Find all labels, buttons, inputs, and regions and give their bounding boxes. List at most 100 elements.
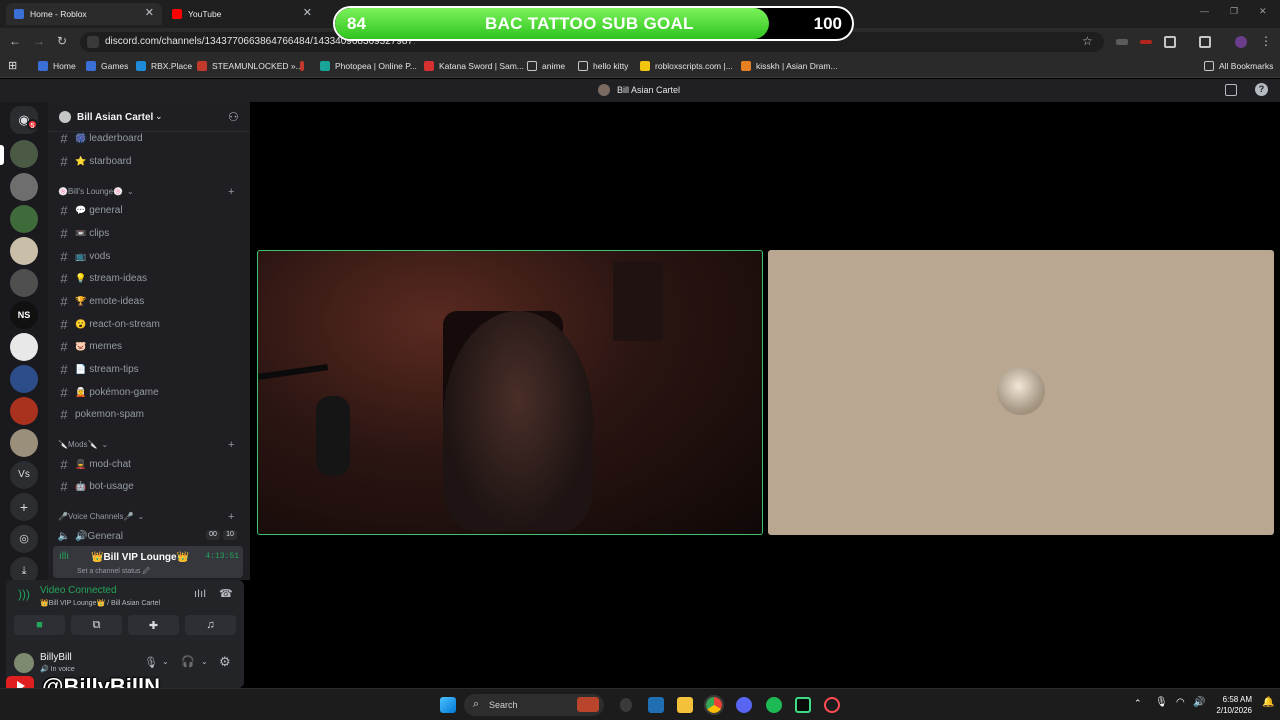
tab-search-icon[interactable] <box>1199 36 1211 48</box>
tab-roblox[interactable]: Home - Roblox ✕ <box>6 3 162 25</box>
add-server-icon[interactable]: + <box>10 493 38 521</box>
notifications-bell-icon[interactable]: 🔔 <box>1262 697 1274 708</box>
microphone-icon[interactable]: 🎙 <box>1155 697 1168 708</box>
help-icon[interactable]: ? <box>1255 83 1268 96</box>
headphones-icon[interactable]: 🎧 <box>181 655 195 668</box>
close-window-icon[interactable]: ✕ <box>1259 6 1267 17</box>
server-icon[interactable] <box>10 269 38 297</box>
server-icon[interactable] <box>10 237 38 265</box>
screen-share-button[interactable]: ⧉ <box>71 615 122 635</box>
close-tab-icon[interactable]: ✕ <box>145 6 154 19</box>
server-icon[interactable] <box>10 140 38 168</box>
back-icon[interactable]: ← <box>9 34 21 48</box>
server-icon[interactable] <box>10 397 38 425</box>
spotify-icon[interactable] <box>766 697 782 713</box>
bookmark-robloxscripts[interactable]: robloxscripts.com |... <box>640 61 733 71</box>
bookmark-steamunlocked[interactable]: STEAMUNLOCKED »... <box>197 61 303 71</box>
camera-button[interactable]: ■ <box>14 615 65 635</box>
file-explorer-icon[interactable] <box>677 697 693 713</box>
menu-icon[interactable]: ⋮ <box>1260 34 1272 48</box>
extension-icon[interactable] <box>1140 40 1152 44</box>
user-avatar[interactable] <box>14 653 34 673</box>
all-bookmarks[interactable]: All Bookmarks <box>1204 61 1273 71</box>
add-channel-icon[interactable]: + <box>228 439 234 451</box>
system-clock[interactable]: 6:58 AM 2/10/2026 <box>1210 694 1252 716</box>
puzzle-icon[interactable] <box>1164 36 1176 48</box>
bookmark-photopea[interactable]: Photopea | Online P... <box>320 61 417 71</box>
apps-grid-icon[interactable]: ⊞ <box>8 59 17 72</box>
channel-react-on-stream[interactable]: # 😮 react-on-stream <box>53 314 243 334</box>
channel-bot-usage[interactable]: # 🤖 bot-usage <box>53 476 243 496</box>
profile-avatar[interactable] <box>1235 36 1247 48</box>
server-icon[interactable] <box>10 173 38 201</box>
chrome-icon[interactable] <box>704 695 724 715</box>
channel-stream-tips[interactable]: # 📄 stream-tips <box>53 359 243 379</box>
add-channel-icon[interactable]: + <box>228 511 234 523</box>
app-icon[interactable] <box>620 698 632 712</box>
bookmark-icon[interactable] <box>300 61 312 71</box>
bookmark-games[interactable]: Games <box>86 61 128 71</box>
bookmark-rbxplace[interactable]: RBX.Place <box>136 61 192 71</box>
tab-youtube[interactable]: YouTube ✕ <box>164 3 320 25</box>
close-tab-icon[interactable]: ✕ <box>303 6 312 19</box>
channel-pokemon-game[interactable]: # 🧝 pokémon-game <box>53 382 243 402</box>
site-info-icon[interactable] <box>87 36 99 48</box>
soundboard-button[interactable]: ♫ <box>185 615 236 635</box>
bookmark-katana[interactable]: Katana Sword | Sam... <box>424 61 524 71</box>
disconnect-icon[interactable]: ☎ <box>219 587 233 600</box>
chevron-up-icon[interactable]: ⌃ <box>1134 698 1142 709</box>
server-icon[interactable] <box>10 333 38 361</box>
noise-suppression-icon[interactable]: ıIıI <box>194 588 206 600</box>
maximize-icon[interactable]: ❐ <box>1230 6 1238 17</box>
channel-general[interactable]: # 💬 general <box>53 200 243 220</box>
voice-location[interactable]: 👑Bill VIP Lounge👑 / Bill Asian Cartel <box>40 599 160 607</box>
server-icon[interactable] <box>10 429 38 457</box>
video-tile-camera[interactable] <box>257 250 763 535</box>
server-icon-vs[interactable]: Vs <box>10 461 38 489</box>
extension-icon[interactable] <box>1116 39 1128 45</box>
category-voice-channels[interactable]: 🎤Voice Channels🎤 ⌄ + <box>58 511 234 523</box>
chevron-down-icon[interactable]: ⌄ <box>201 657 208 666</box>
channel-mod-chat[interactable]: # 💂 mod-chat <box>53 454 243 474</box>
bookmark-home[interactable]: Home <box>38 61 76 71</box>
bookmark-kisskh[interactable]: kisskh | Asian Dram... <box>741 61 838 71</box>
minimize-icon[interactable]: — <box>1200 6 1209 16</box>
add-channel-icon[interactable]: + <box>228 186 234 198</box>
channel-leaderboard[interactable]: # 🎆 leaderboard <box>53 128 243 148</box>
channel-starboard[interactable]: # ⭐ starboard <box>53 151 243 171</box>
forward-icon[interactable]: → <box>33 34 45 48</box>
settings-gear-icon[interactable]: ⚙ <box>219 654 231 670</box>
video-connected-status[interactable]: Video Connected <box>40 585 117 596</box>
voice-channel-vip-lounge[interactable]: ıllı 👑Bill VIP Lounge👑 4:13:51 Set a cha… <box>53 546 243 578</box>
bookmark-folder-anime[interactable]: anime <box>527 61 565 71</box>
opera-icon[interactable] <box>824 697 840 713</box>
reload-icon[interactable]: ↻ <box>57 34 67 48</box>
app-icon[interactable] <box>648 697 664 713</box>
video-tile-participant[interactable] <box>768 250 1274 535</box>
discord-icon[interactable] <box>736 697 752 713</box>
channel-status[interactable]: Set a channel status 🖉 <box>77 567 150 578</box>
wifi-icon[interactable]: ◠ <box>1176 697 1185 708</box>
category-bills-lounge[interactable]: 🍥Bill's Lounge🍥 ⌄ + <box>58 186 234 198</box>
taskbar-search[interactable]: ⌕ Search <box>464 694 604 716</box>
server-icon[interactable] <box>10 205 38 233</box>
bookmark-folder-hello-kitty[interactable]: hello kitty <box>578 61 628 71</box>
channel-memes[interactable]: # 🐷 memes <box>53 336 243 356</box>
channel-vods[interactable]: # 📺 vods <box>53 246 243 266</box>
channel-clips[interactable]: # 📼 clips <box>53 223 243 243</box>
category-mods[interactable]: 🔪Mods🔪 ⌄ + <box>58 439 234 451</box>
star-bookmark-icon[interactable]: ☆ <box>1082 34 1094 48</box>
volume-icon[interactable]: 🔊 <box>1193 697 1205 708</box>
activities-button[interactable]: ✚ <box>128 615 179 635</box>
invite-people-icon[interactable]: ⚇ <box>228 110 239 124</box>
inbox-icon[interactable] <box>1225 84 1237 96</box>
discover-icon[interactable]: ◎ <box>10 525 38 553</box>
windows-start-icon[interactable] <box>440 697 456 713</box>
microphone-icon[interactable]: 🎙 <box>144 656 158 669</box>
server-icon-ns[interactable]: NS <box>10 301 38 329</box>
channel-stream-ideas[interactable]: # 💡 stream-ideas <box>53 268 243 288</box>
server-icon[interactable] <box>10 365 38 393</box>
channel-emote-ideas[interactable]: # 🏆 emote-ideas <box>53 291 243 311</box>
channel-pokemon-spam[interactable]: # pokemon-spam <box>53 404 243 424</box>
app-icon[interactable] <box>795 697 811 713</box>
